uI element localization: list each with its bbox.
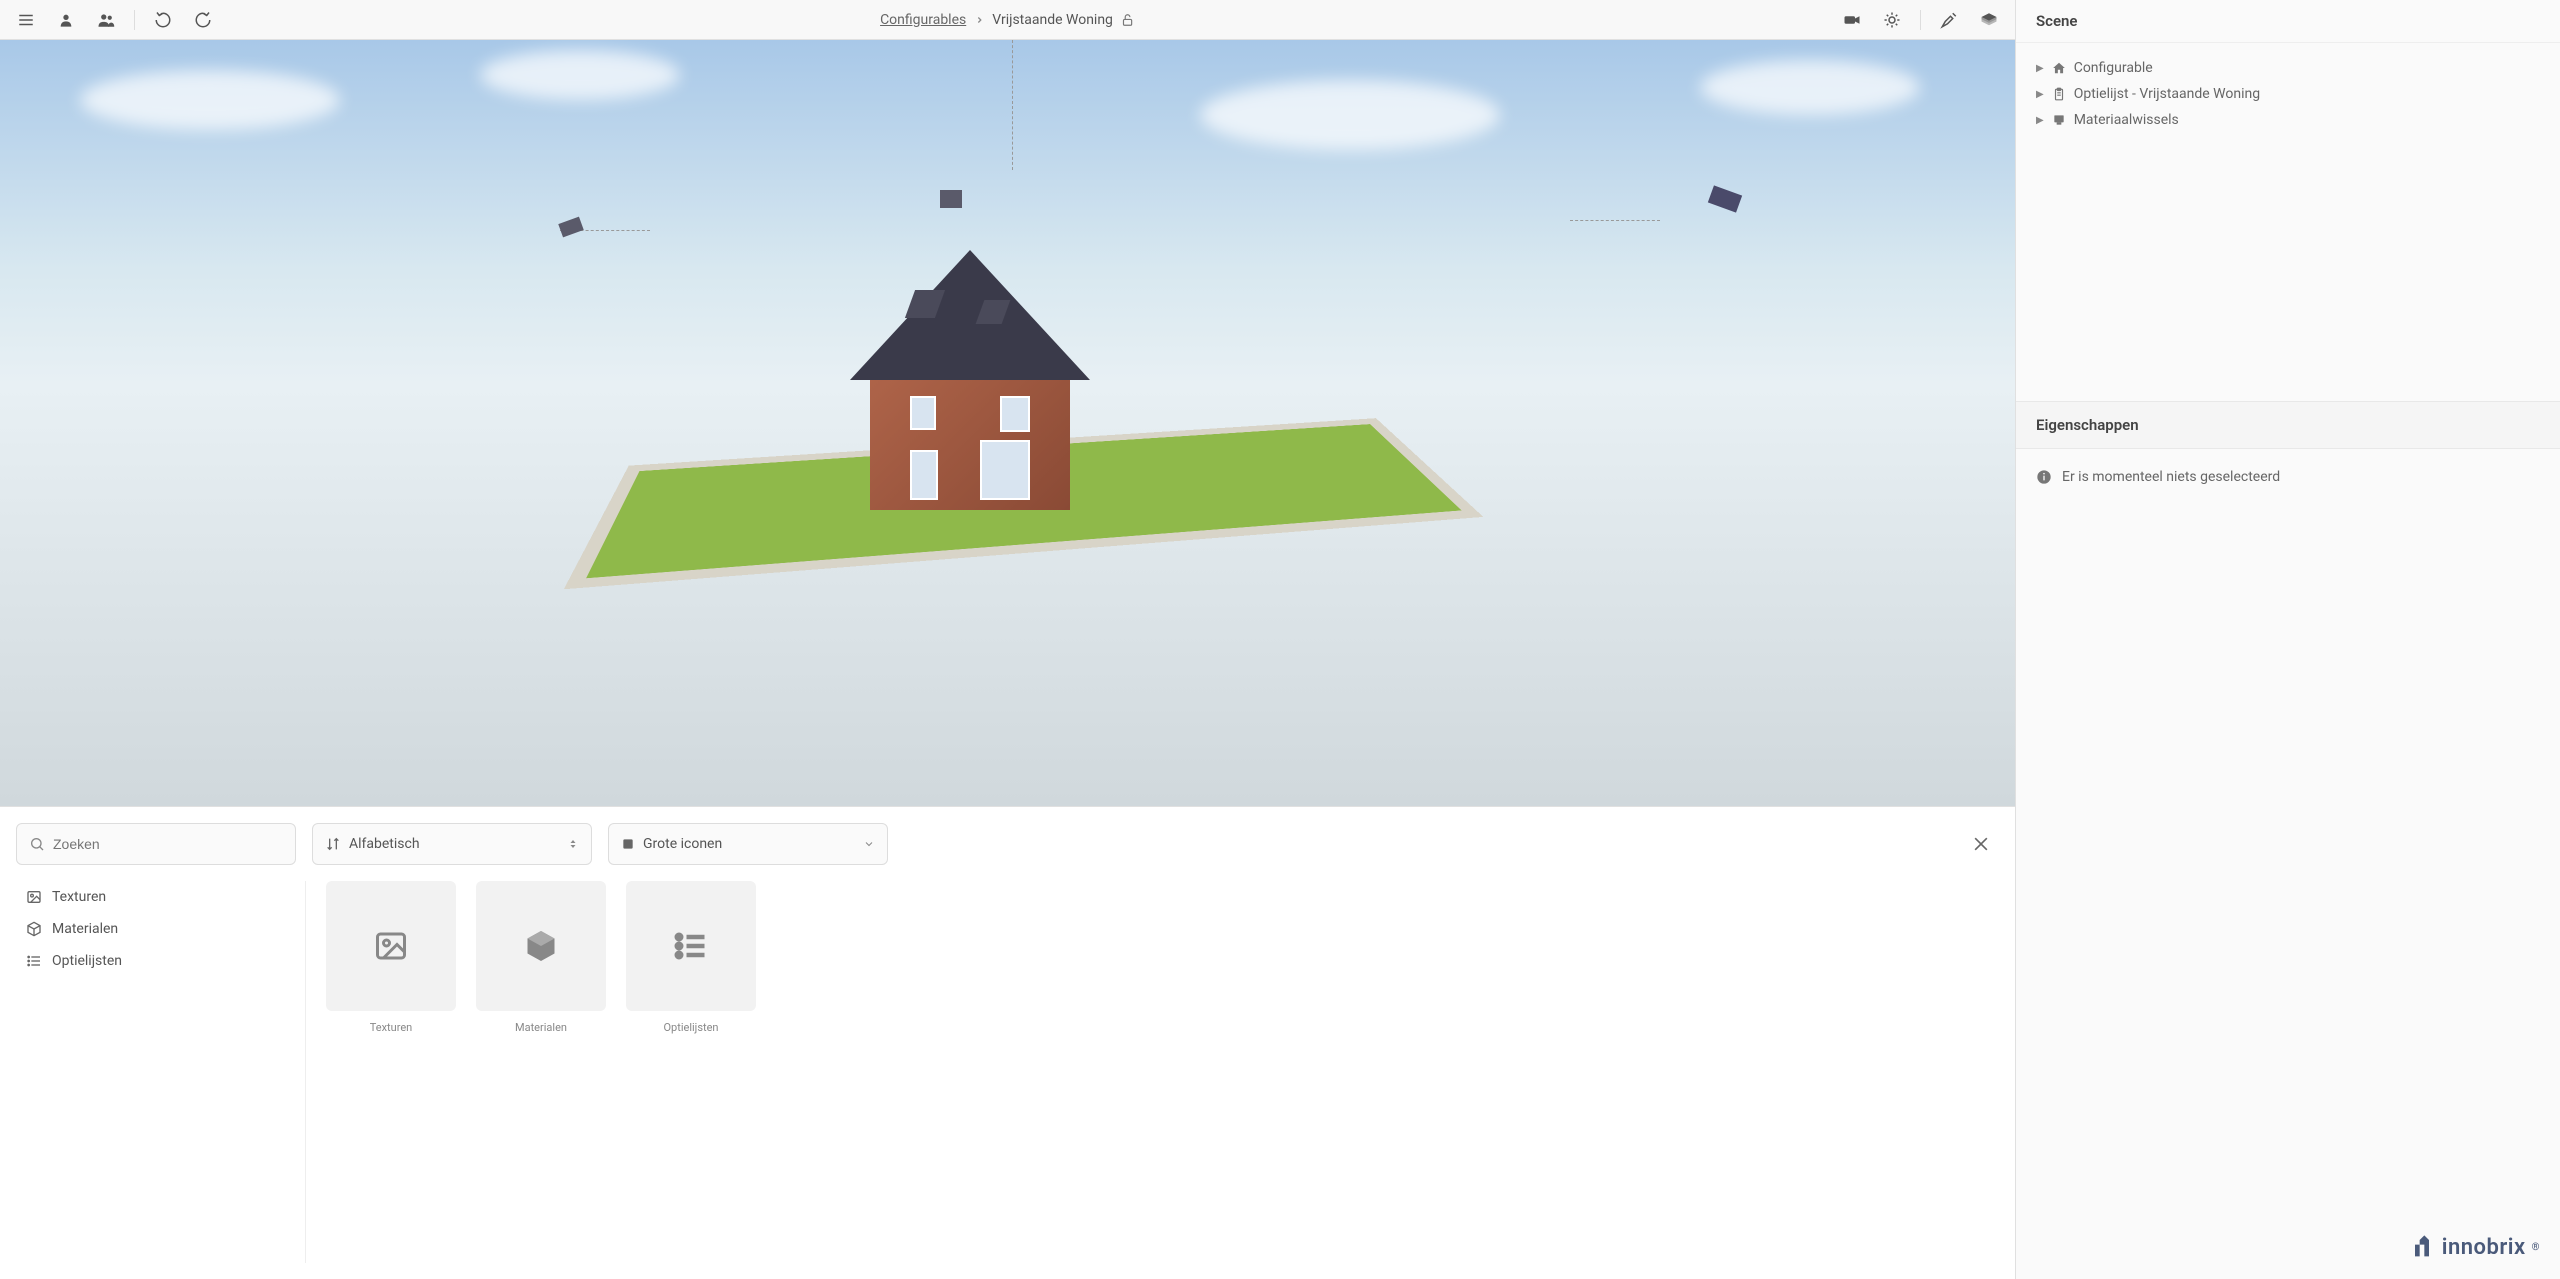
sort-updown-icon (567, 838, 579, 850)
users-icon (97, 11, 115, 29)
cloud-decoration (80, 70, 340, 130)
tree-item-label: Materiaalwissels (2074, 112, 2179, 128)
hamburger-icon (17, 11, 35, 29)
asset-item-label: Materialen (515, 1021, 567, 1034)
search-icon (29, 836, 45, 852)
top-toolbar: Configurables Vrijstaande Woning (0, 0, 2015, 40)
sun-icon (1883, 11, 1901, 29)
cube-icon (523, 928, 559, 964)
marker-object (1708, 185, 1742, 212)
tree-item-label: Configurable (2074, 60, 2153, 76)
list-icon (673, 928, 709, 964)
sort-select[interactable]: Alfabetisch (312, 823, 592, 865)
toolbar-divider (1920, 10, 1921, 30)
layers-button[interactable] (1971, 2, 2007, 38)
image-icon (26, 889, 42, 905)
asset-sidebar: Texturen Materialen Optielijsten (16, 881, 306, 1263)
chevron-right-icon (974, 15, 984, 25)
tree-item-materiaalwissels[interactable]: ▶ Materiaalwissels (2032, 107, 2544, 133)
guide-line (1012, 40, 1013, 170)
camera-button[interactable] (1834, 2, 1870, 38)
menu-button[interactable] (8, 2, 44, 38)
sort-label: Alfabetisch (349, 836, 420, 852)
user-icon (58, 12, 74, 28)
right-sidebar: Scene ▶ Configurable ▶ Optielijst - Vrij… (2015, 0, 2560, 1279)
properties-panel-body: Er is momenteel niets geselecteerd (2016, 449, 2560, 505)
cloud-decoration (480, 50, 680, 100)
tree-item-optielijst[interactable]: ▶ Optielijst - Vrijstaande Woning (2032, 81, 2544, 107)
asset-item-optielijsten[interactable]: Optielijsten (626, 881, 756, 1263)
close-panel-button[interactable] (1963, 826, 1999, 862)
users-button[interactable] (88, 2, 124, 38)
clipboard-icon (2052, 87, 2066, 101)
swatch-icon (2052, 113, 2066, 127)
asset-grid: Texturen Materialen Optielijsten (306, 881, 756, 1263)
unlock-icon[interactable] (1121, 13, 1135, 27)
caret-right-icon: ▶ (2036, 115, 2044, 126)
category-label: Optielijsten (52, 953, 122, 969)
properties-panel-header: Eigenschappen (2016, 401, 2560, 449)
tree-item-configurable[interactable]: ▶ Configurable (2032, 55, 2544, 81)
asset-panel: Alfabetisch Grote iconen Texturen (0, 806, 2015, 1279)
brand-mark-icon (2408, 1233, 2436, 1261)
marker-object (940, 190, 962, 208)
redo-icon (194, 11, 212, 29)
caret-right-icon: ▶ (2036, 89, 2044, 100)
category-optielijsten[interactable]: Optielijsten (16, 945, 293, 977)
sort-icon (325, 836, 341, 852)
asset-item-label: Optielijsten (663, 1021, 718, 1034)
viewport-3d[interactable] (0, 40, 2015, 806)
breadcrumb: Configurables Vrijstaande Woning (880, 12, 1135, 28)
chevron-down-icon (863, 838, 875, 850)
caret-right-icon: ▶ (2036, 63, 2044, 74)
tools-icon (1940, 11, 1958, 29)
category-label: Materialen (52, 921, 118, 937)
view-label: Grote iconen (643, 836, 722, 852)
undo-icon (154, 11, 172, 29)
scene-panel-header: Scene (2016, 0, 2560, 43)
breadcrumb-current: Vrijstaande Woning (992, 12, 1113, 28)
asset-item-label: Texturen (370, 1021, 413, 1034)
search-box[interactable] (16, 823, 296, 865)
camera-icon (1843, 11, 1861, 29)
search-input[interactable] (53, 836, 283, 852)
asset-item-materialen[interactable]: Materialen (476, 881, 606, 1263)
toolbar-divider (134, 10, 135, 30)
brand-logo: innobrix ® (2408, 1233, 2540, 1261)
view-select[interactable]: Grote iconen (608, 823, 888, 865)
guide-line (1570, 220, 1660, 221)
close-icon (1971, 834, 1991, 854)
marker-object (558, 217, 583, 238)
asset-item-texturen[interactable]: Texturen (326, 881, 456, 1263)
scene-tree: ▶ Configurable ▶ Optielijst - Vrijstaand… (2016, 43, 2560, 401)
redo-button[interactable] (185, 2, 221, 38)
cube-icon (26, 921, 42, 937)
stop-icon (621, 837, 635, 851)
home-icon (2052, 61, 2066, 75)
properties-empty-message: Er is momenteel niets geselecteerd (2062, 469, 2280, 485)
tree-item-label: Optielijst - Vrijstaande Woning (2074, 86, 2260, 102)
info-icon (2036, 469, 2052, 485)
breadcrumb-root-link[interactable]: Configurables (880, 12, 966, 28)
layers-icon (1980, 11, 1998, 29)
cloud-decoration (1700, 60, 1920, 115)
sun-button[interactable] (1874, 2, 1910, 38)
list-icon (26, 953, 42, 969)
category-label: Texturen (52, 889, 106, 905)
category-materialen[interactable]: Materialen (16, 913, 293, 945)
tools-button[interactable] (1931, 2, 1967, 38)
category-texturen[interactable]: Texturen (16, 881, 293, 913)
house-model (850, 250, 1100, 510)
undo-button[interactable] (145, 2, 181, 38)
user-button[interactable] (48, 2, 84, 38)
image-icon (373, 928, 409, 964)
cloud-decoration (1200, 80, 1500, 150)
brand-name: innobrix (2442, 1235, 2526, 1260)
